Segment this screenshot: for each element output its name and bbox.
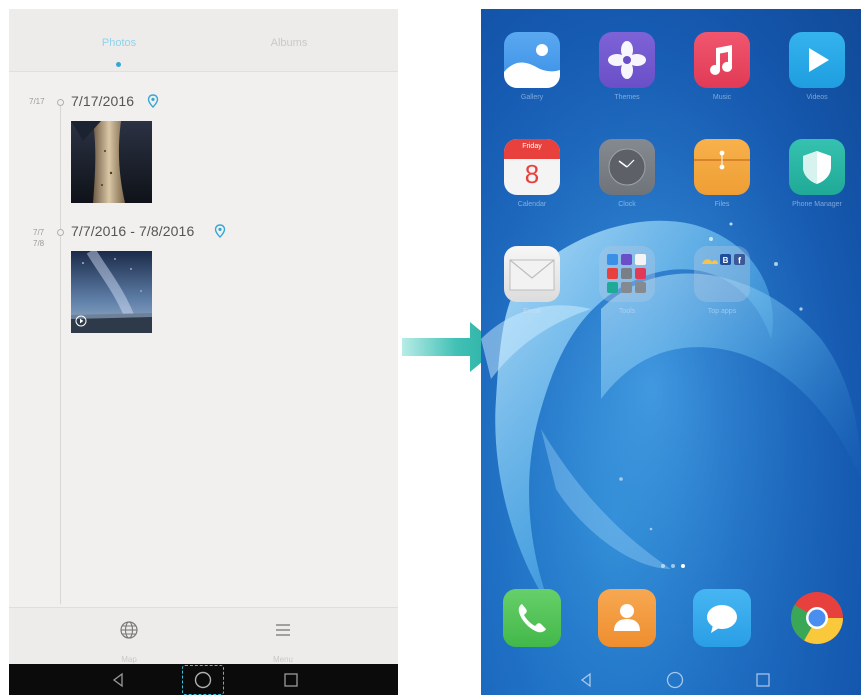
- app-label: Tools: [618, 308, 636, 315]
- timeline-node: [57, 99, 64, 106]
- map-button[interactable]: Map: [99, 620, 159, 664]
- music-icon: [694, 32, 750, 88]
- recents-icon[interactable]: [753, 670, 773, 690]
- phone-manager-icon: [789, 139, 845, 195]
- clock-icon: [599, 139, 655, 195]
- files-icon: [694, 139, 750, 195]
- app-music[interactable]: Music: [682, 32, 762, 101]
- navigation-bar: [481, 664, 861, 695]
- menu-button[interactable]: Menu: [253, 620, 313, 664]
- contacts-icon: [598, 589, 656, 647]
- messaging-icon: [693, 589, 751, 647]
- back-icon[interactable]: [109, 670, 129, 690]
- back-icon[interactable]: [577, 670, 597, 690]
- app-clock[interactable]: Clock: [587, 139, 667, 208]
- calendar-day-number: 8: [524, 159, 540, 189]
- gallery-screen: Photos Albums 7/17 7/17/2016 7/7 7/8 7/7…: [9, 9, 398, 695]
- page-indicator-dot[interactable]: [671, 564, 675, 568]
- globe-icon: [120, 621, 138, 639]
- email-icon: [504, 246, 560, 302]
- app-label: Calendar: [517, 201, 547, 208]
- map-label: Map: [121, 655, 137, 664]
- phone-icon: [503, 589, 561, 647]
- home-icon[interactable]: [193, 670, 213, 690]
- app-label: Phone Manager: [792, 201, 842, 208]
- recents-icon[interactable]: [281, 670, 301, 690]
- svg-text:B: B: [723, 256, 729, 265]
- app-label: Themes: [614, 94, 640, 101]
- timeline-short-date: 7/17: [29, 97, 45, 106]
- active-tab-indicator: [116, 62, 121, 67]
- timeline-node: [57, 229, 64, 236]
- gallery-bottom-bar: Map Menu: [9, 607, 398, 665]
- page-indicator-dot-active[interactable]: [681, 564, 685, 568]
- app-gallery[interactable]: Gallery: [492, 32, 572, 101]
- app-phone-manager[interactable]: Phone Manager: [777, 139, 857, 208]
- folder-icon: B f: [694, 246, 750, 302]
- themes-icon: [599, 32, 655, 88]
- group-date-title: 7/7/2016 - 7/8/2016: [71, 223, 195, 239]
- dock-messaging[interactable]: [693, 589, 751, 647]
- location-icon: [147, 94, 159, 108]
- home-screen: Gallery Themes Music Videos Friday 8 Cal…: [481, 9, 861, 695]
- dock-contacts[interactable]: [598, 589, 656, 647]
- calendar-day-name: Friday: [522, 143, 542, 150]
- photo-thumbnail[interactable]: [71, 121, 152, 203]
- tab-photos[interactable]: Photos: [59, 37, 179, 49]
- app-files[interactable]: Files: [682, 139, 762, 208]
- app-label: Videos: [806, 94, 828, 101]
- group-date-title: 7/17/2016: [71, 93, 135, 109]
- app-label: Clock: [618, 201, 636, 208]
- app-email[interactable]: Email: [492, 246, 572, 315]
- chrome-icon: [791, 592, 843, 644]
- dock-phone[interactable]: [503, 589, 561, 647]
- play-icon: [75, 315, 87, 327]
- page-indicator-dot[interactable]: [661, 564, 665, 568]
- video-thumbnail[interactable]: [71, 251, 152, 333]
- timeline-short-date-end: 7/8: [33, 239, 45, 248]
- navigation-bar: [9, 664, 398, 695]
- hamburger-icon: [276, 624, 290, 636]
- menu-label: Menu: [272, 655, 293, 664]
- app-calendar[interactable]: Friday 8 Calendar: [492, 139, 572, 208]
- app-label: Top apps: [707, 308, 737, 315]
- app-videos[interactable]: Videos: [777, 32, 857, 101]
- app-themes[interactable]: Themes: [587, 32, 667, 101]
- tab-albums[interactable]: Albums: [229, 37, 349, 49]
- folder-icon: [599, 246, 655, 302]
- app-label: Gallery: [520, 94, 544, 101]
- app-folder-top[interactable]: B f Top apps: [682, 246, 762, 315]
- home-icon[interactable]: [665, 670, 685, 690]
- app-folder-tools[interactable]: Tools: [587, 246, 667, 315]
- calendar-icon: Friday 8: [504, 139, 560, 195]
- gallery-icon: [504, 32, 560, 88]
- videos-icon: [789, 32, 845, 88]
- timeline-short-date: 7/7: [33, 228, 45, 237]
- app-label: Music: [712, 94, 732, 101]
- app-label: Files: [714, 201, 730, 208]
- gallery-tab-bar: Photos Albums: [9, 9, 398, 72]
- location-icon: [214, 224, 226, 238]
- app-label: Email: [523, 308, 541, 315]
- timeline-line: [60, 104, 61, 604]
- dock-chrome[interactable]: [788, 589, 846, 647]
